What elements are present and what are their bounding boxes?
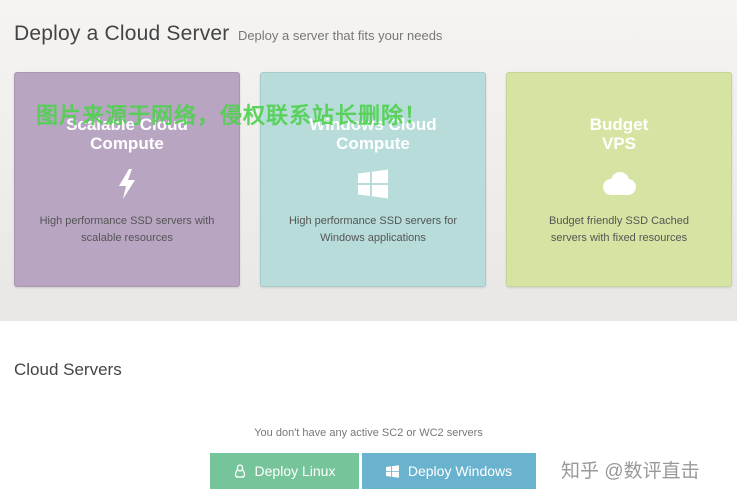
deploy-linux-label: Deploy Linux xyxy=(254,463,336,479)
card-title: Budget VPS xyxy=(589,115,649,153)
windows-logo-icon xyxy=(385,464,399,478)
card-description: High performance SSD servers with scalab… xyxy=(39,215,215,244)
deploy-linux-button[interactable]: Deploy Linux xyxy=(210,453,359,489)
page-header: Deploy a Cloud Server Deploy a server th… xyxy=(14,22,442,46)
deploy-windows-label: Deploy Windows xyxy=(407,463,513,479)
empty-servers-message: You don't have any active SC2 or WC2 ser… xyxy=(254,427,483,439)
watermark-text: 图片来源于网络，侵权联系站长删除！ xyxy=(36,103,428,128)
page-subtitle: Deploy a server that fits your needs xyxy=(237,28,443,43)
card-description: Budget friendly SSD Cached servers with … xyxy=(548,215,690,244)
windows-logo-icon xyxy=(355,167,391,201)
lightning-bolt-icon xyxy=(109,167,145,201)
deploy-section: Deploy a Cloud Server Deploy a server th… xyxy=(0,0,737,321)
card-description: High performance SSD servers for Windows… xyxy=(288,215,458,244)
budget-vps-card[interactable]: Budget VPS Budget friendly SSD Cached se… xyxy=(506,72,732,287)
corner-watermark: 知乎 @数评直击 xyxy=(561,461,700,482)
linux-penguin-icon xyxy=(234,464,246,478)
cloud-icon xyxy=(601,167,637,201)
deploy-windows-button[interactable]: Deploy Windows xyxy=(362,453,536,489)
page-title: Deploy a Cloud Server xyxy=(14,22,230,45)
cloud-servers-heading: Cloud Servers xyxy=(14,360,122,379)
